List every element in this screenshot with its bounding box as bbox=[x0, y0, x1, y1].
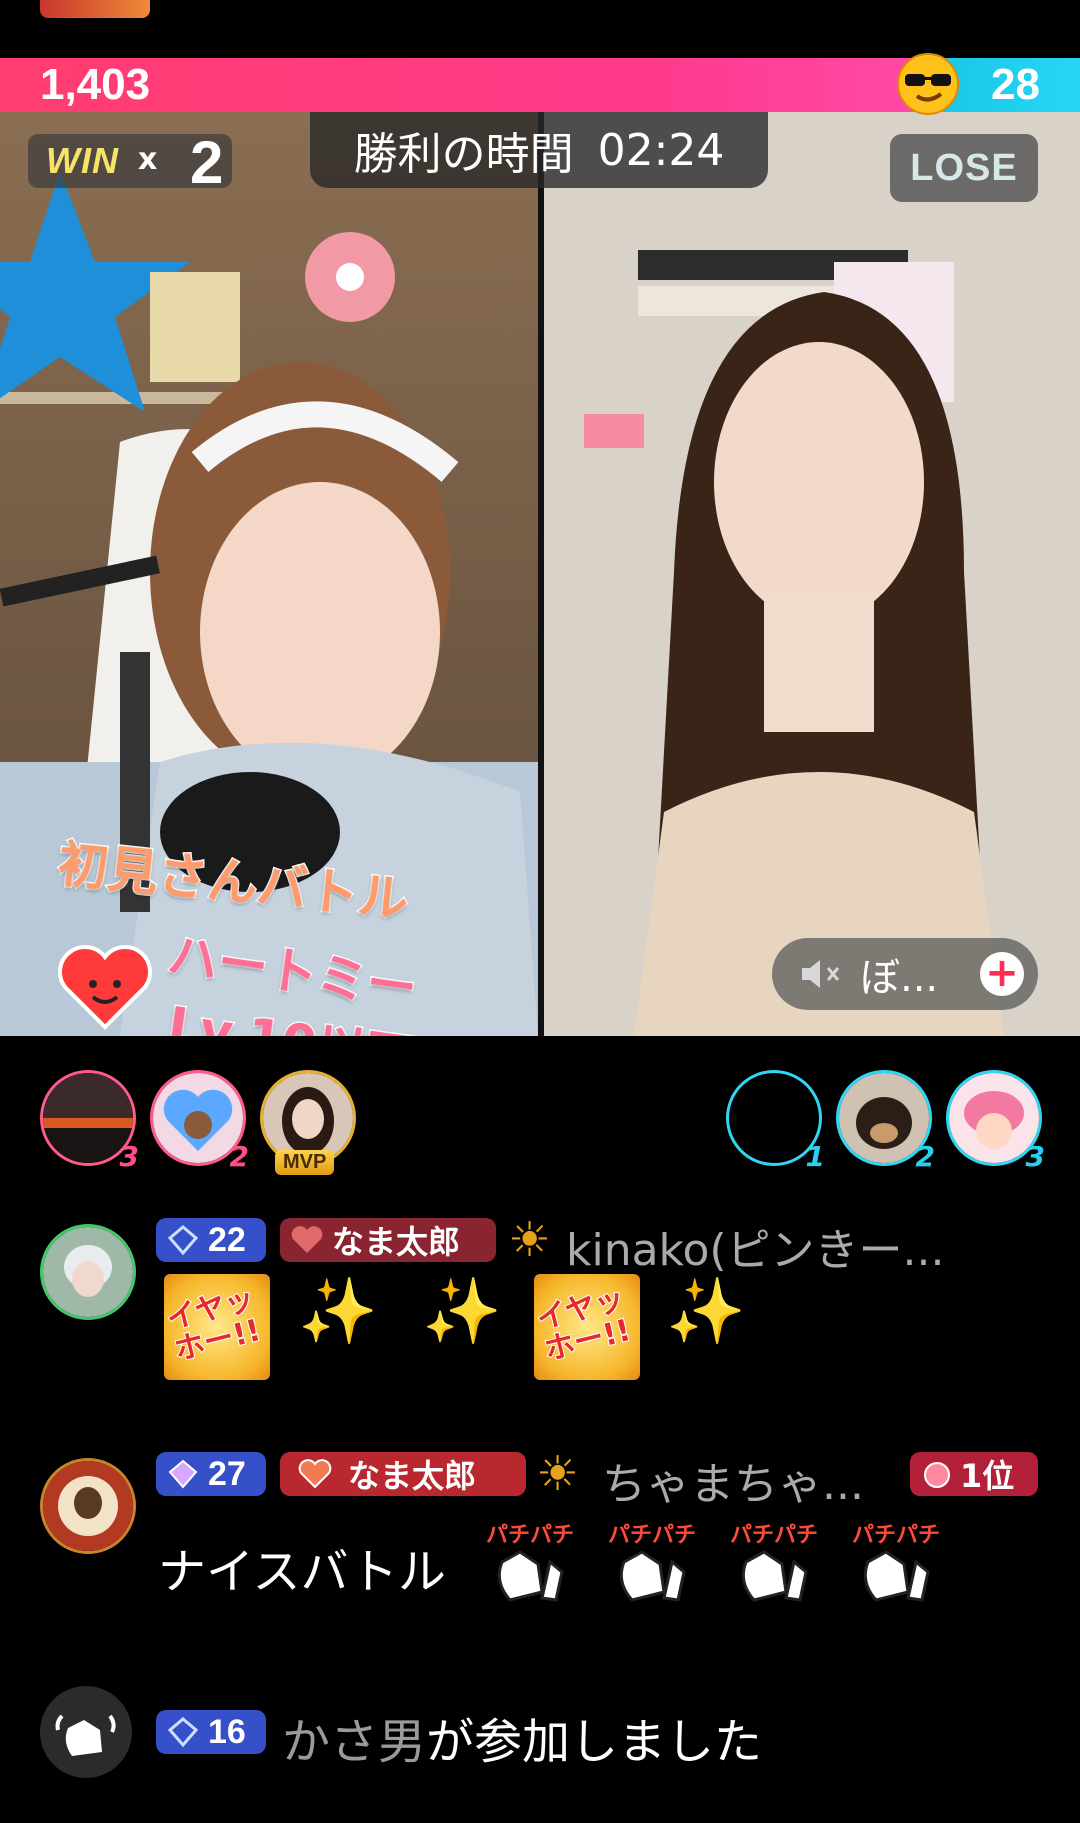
user-level-badge: 22 bbox=[156, 1218, 266, 1262]
right-host-scene bbox=[544, 112, 1080, 1036]
win-streak-badge: WIN x 2 bbox=[28, 129, 232, 196]
heart-mascot-icon bbox=[58, 945, 152, 1030]
clapping-hands-icon: パチパチ bbox=[608, 1523, 696, 1602]
timer-value: 02:24 bbox=[597, 124, 725, 176]
join-notification: かさ男が参加しました bbox=[282, 1702, 762, 1772]
heart-icon bbox=[291, 1226, 323, 1253]
right-team-score: 28 bbox=[991, 60, 1040, 109]
sparkles-icon: ✨ bbox=[298, 1275, 378, 1349]
sun-icon: ☀ bbox=[508, 1212, 552, 1268]
left-host-video[interactable]: 初見さんバトル ハートミー Lv.10以下 bbox=[0, 112, 538, 1036]
user-level-badge: 27 bbox=[156, 1452, 266, 1496]
medal-icon bbox=[924, 1462, 950, 1488]
right-supporter-avatar-2[interactable]: 2 bbox=[836, 1070, 935, 1173]
avatar bbox=[43, 1227, 133, 1317]
left-team-score: 1,403 bbox=[40, 60, 151, 109]
chat-username[interactable]: kinako(ピンきー... bbox=[566, 1214, 945, 1278]
gifter-rank-text: 1位 bbox=[960, 1457, 1015, 1495]
left-supporter-avatar-3[interactable]: 3 bbox=[40, 1070, 139, 1173]
user-level-value: 22 bbox=[208, 1220, 246, 1259]
supporter-rank: 3 bbox=[119, 1140, 139, 1173]
gifter-rank-badge: 1位 bbox=[910, 1452, 1038, 1496]
right-supporter-avatar-3[interactable]: 3 bbox=[946, 1070, 1045, 1173]
chat-message-text: ナイスバトル bbox=[158, 1544, 447, 1600]
yahoo-sticker: イヤッホー!! bbox=[534, 1274, 640, 1380]
right-supporter-avatar-1[interactable]: 1 bbox=[726, 1070, 825, 1173]
clapping-hands-icon: パチパチ bbox=[730, 1523, 818, 1602]
left-supporter-avatar-mvp[interactable]: MVP bbox=[260, 1070, 356, 1175]
clap-sound-text: パチパチ bbox=[608, 1523, 696, 1548]
fan-club-name: なま太郎 bbox=[332, 1223, 461, 1261]
yahoo-sticker: イヤッホー!! bbox=[164, 1274, 270, 1380]
user-level-value: 27 bbox=[208, 1454, 246, 1493]
chat-username[interactable]: ちゃまちゃ... bbox=[602, 1448, 864, 1512]
chat-user-avatar[interactable] bbox=[40, 1458, 136, 1554]
user-level-badge: 16 bbox=[156, 1710, 266, 1754]
clap-sound-text: パチパチ bbox=[852, 1523, 940, 1548]
waving-hand-icon bbox=[55, 1714, 116, 1756]
user-level-value: 16 bbox=[208, 1712, 246, 1751]
avatar bbox=[43, 1461, 133, 1551]
right-host-video[interactable] bbox=[544, 112, 1080, 1036]
wave-hand-button[interactable] bbox=[40, 1686, 132, 1778]
follow-plus-button[interactable]: + bbox=[980, 952, 1024, 996]
muted-guest-pill[interactable]: ぼ... + bbox=[772, 938, 1038, 1010]
timer-label: 勝利の時間 bbox=[353, 129, 574, 180]
clap-sound-text: パチパチ bbox=[486, 1523, 574, 1548]
win-multiplier-x: x bbox=[138, 142, 158, 177]
mvp-badge: MVP bbox=[275, 1150, 335, 1175]
gift-decoration bbox=[40, 0, 150, 18]
lose-badge: LOSE bbox=[890, 134, 1038, 202]
sticker-text: イヤッホー!! bbox=[164, 1281, 265, 1370]
muted-guest-name: ぼ... bbox=[860, 955, 939, 1001]
supporter-rank: 2 bbox=[915, 1140, 935, 1173]
sparkles-icon: ✨ bbox=[666, 1275, 746, 1349]
speaker-muted-icon bbox=[802, 960, 840, 988]
clapping-hands-icon: パチパチ bbox=[852, 1523, 940, 1602]
fan-club-badge: なま太郎 bbox=[280, 1218, 496, 1262]
fan-club-badge: なま太郎 bbox=[280, 1452, 526, 1496]
supporter-rank: 1 bbox=[805, 1140, 825, 1173]
sun-icon: ☀ bbox=[536, 1446, 580, 1502]
battle-timer: 勝利の時間 02:24 bbox=[310, 112, 768, 188]
win-label: WIN bbox=[46, 140, 119, 181]
sticker-text: イヤッホー!! bbox=[534, 1281, 635, 1370]
diamond-icon bbox=[168, 1459, 198, 1489]
heart-wing-icon bbox=[298, 1459, 332, 1489]
fan-club-name: なま太郎 bbox=[348, 1457, 477, 1495]
sunglasses-emoji-icon bbox=[897, 53, 959, 115]
left-supporter-avatar-2[interactable]: 2 bbox=[150, 1070, 249, 1173]
join-message: が参加しました bbox=[426, 1714, 763, 1770]
left-team-score-fill: 1,403 bbox=[0, 58, 935, 112]
clapping-hands-icon: パチパチ bbox=[486, 1523, 574, 1602]
supporter-rank: 3 bbox=[1025, 1140, 1045, 1173]
sparkles-icon: ✨ bbox=[422, 1275, 502, 1349]
clap-sound-text: パチパチ bbox=[730, 1523, 818, 1548]
supporter-rank: 2 bbox=[229, 1140, 249, 1173]
diamond-icon bbox=[168, 1225, 198, 1255]
joined-username[interactable]: かさ男 bbox=[282, 1714, 426, 1770]
win-count: 2 bbox=[190, 129, 224, 196]
diamond-icon bbox=[168, 1717, 198, 1747]
chat-user-avatar[interactable] bbox=[40, 1224, 136, 1320]
